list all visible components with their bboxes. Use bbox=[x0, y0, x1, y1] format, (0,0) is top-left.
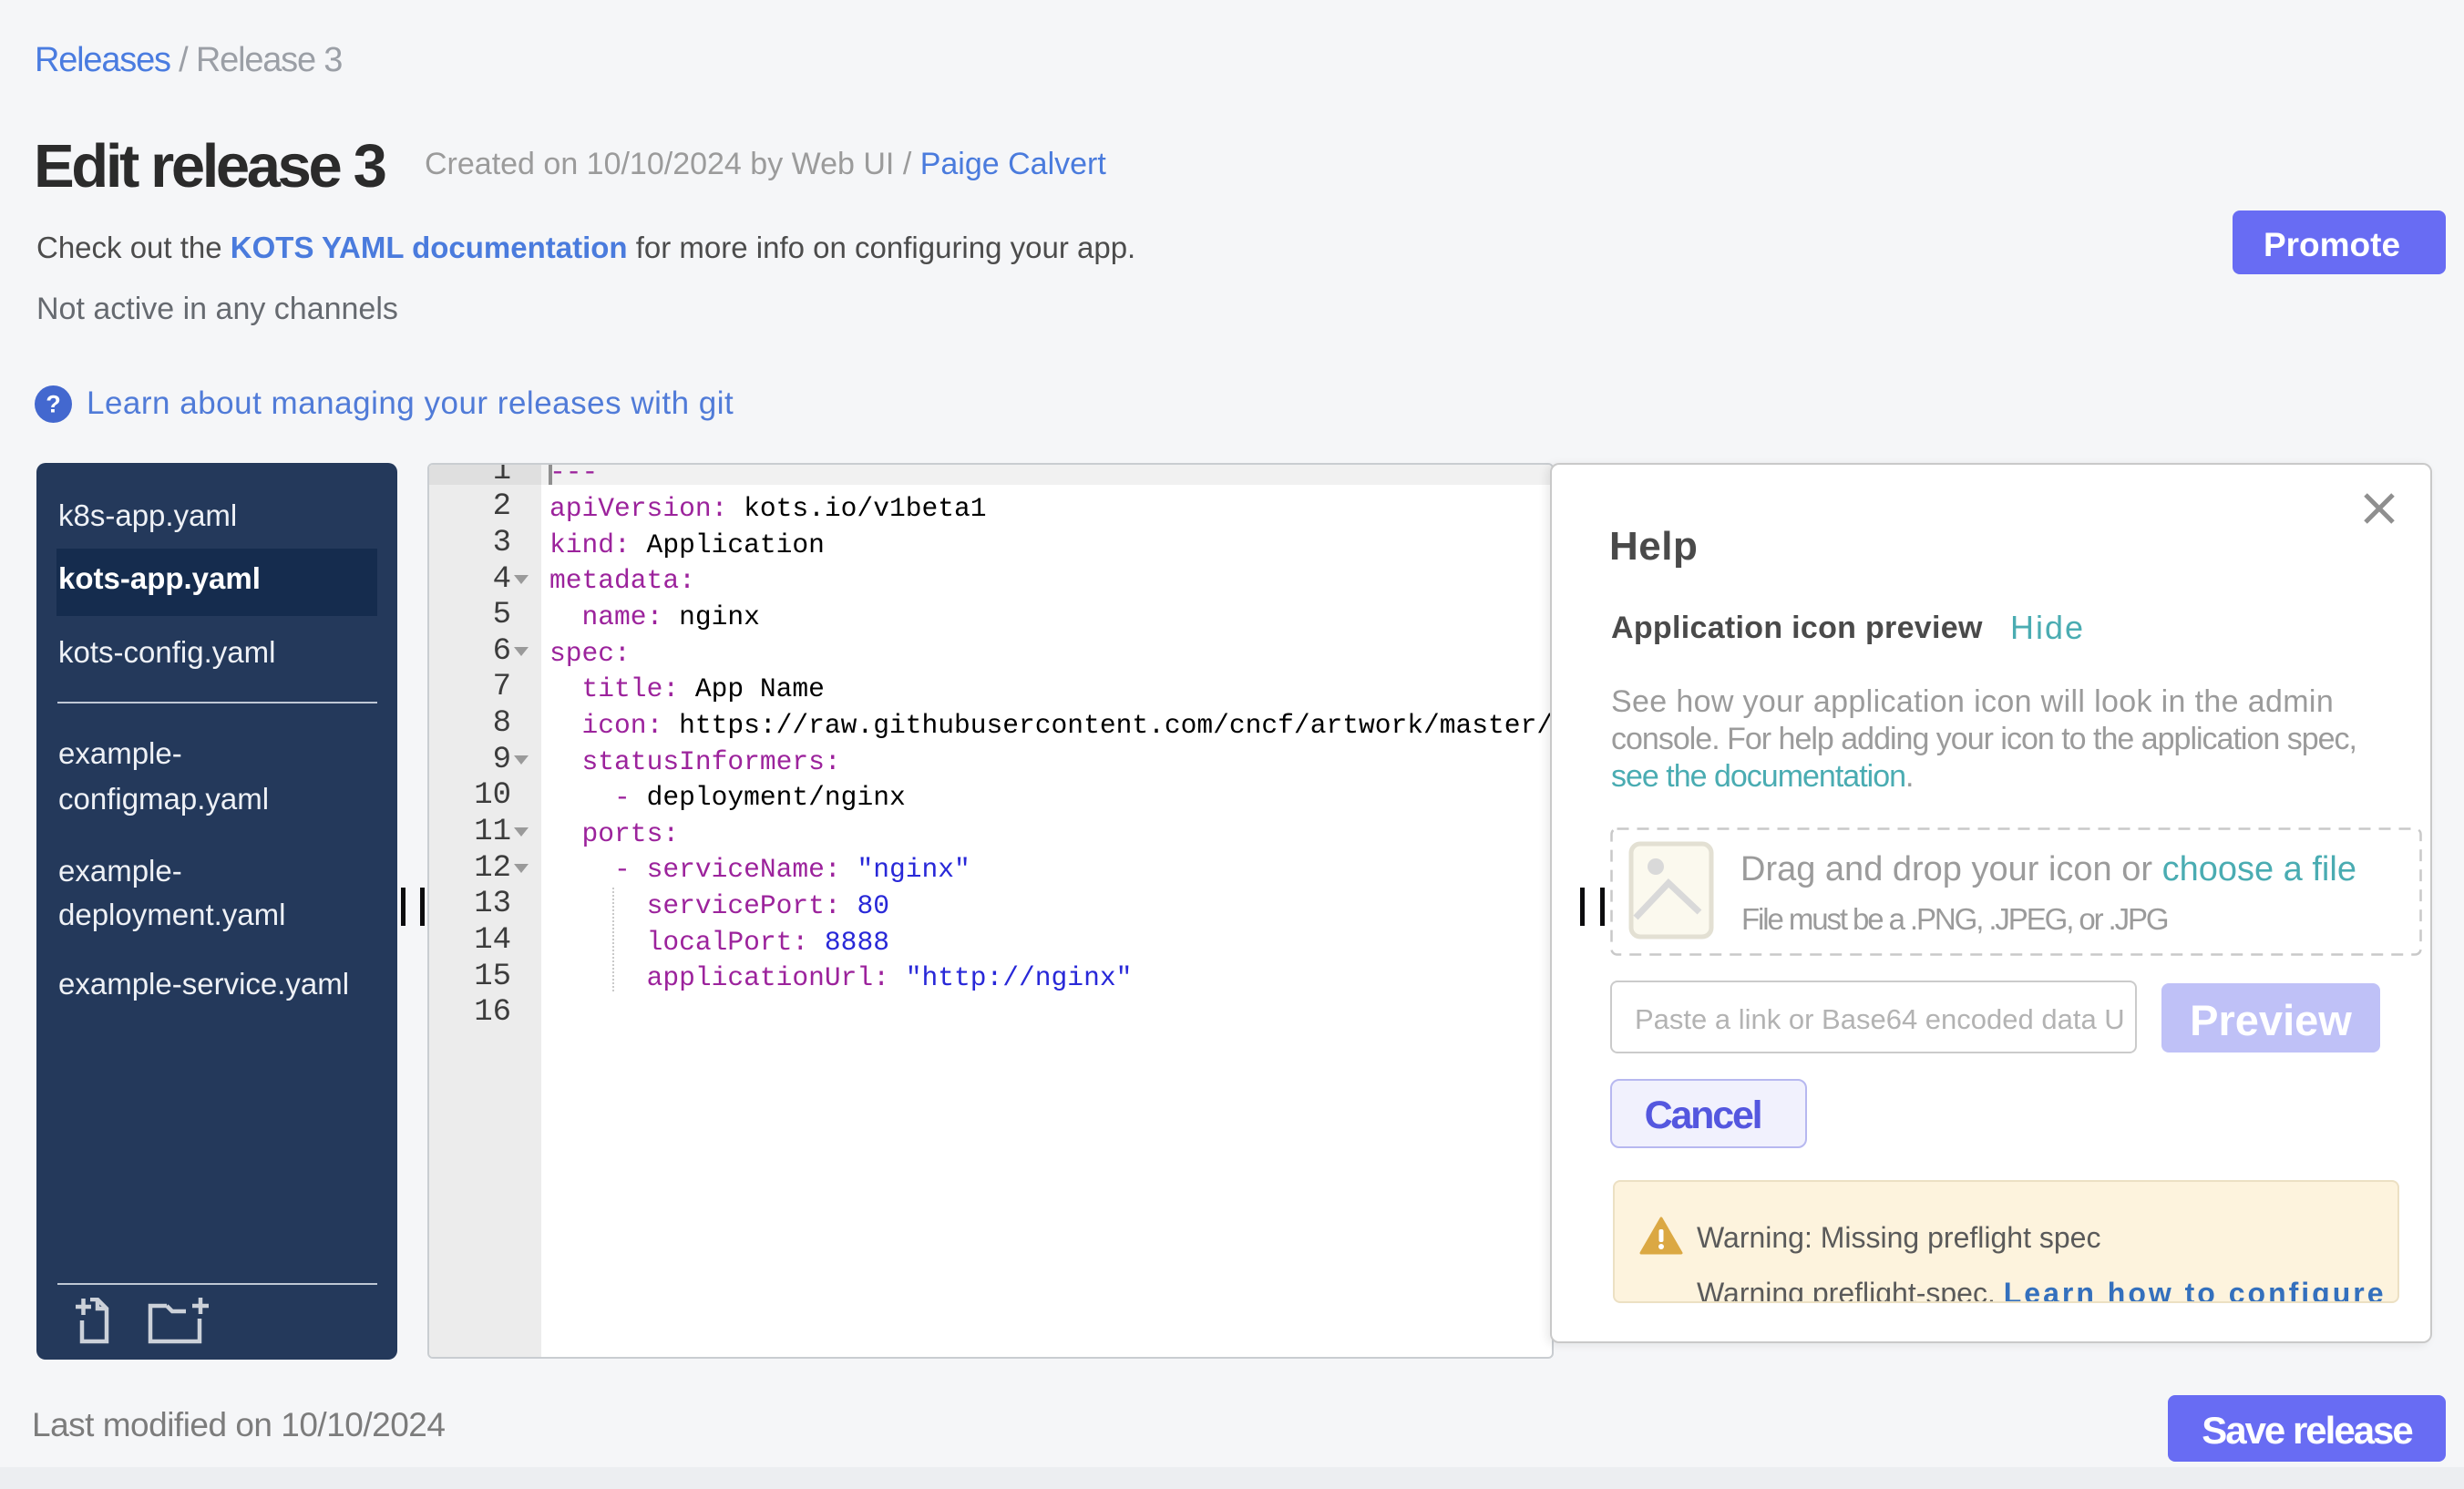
svg-text:?: ? bbox=[46, 391, 61, 418]
